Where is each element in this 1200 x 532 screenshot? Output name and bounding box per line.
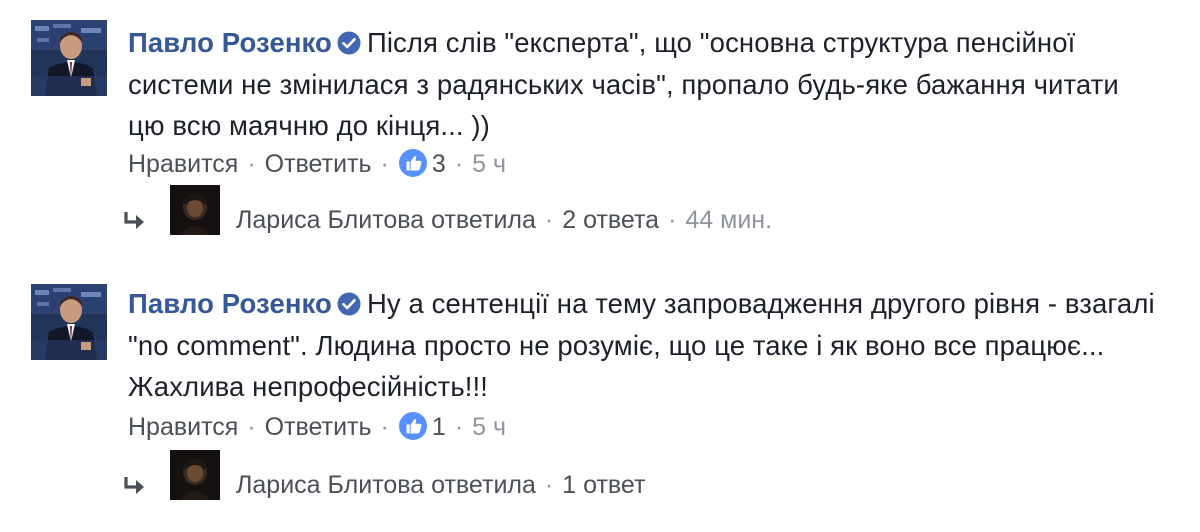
reply-button[interactable]: Ответить [265, 150, 372, 178]
avatar[interactable] [31, 20, 107, 96]
like-button[interactable]: Нравится [128, 150, 238, 178]
reply-author-action[interactable]: Лариса Блитова ответила [236, 206, 536, 234]
comment-body: Павло Розенко Після слів "експерта", що "… [128, 22, 1158, 147]
comment-time[interactable]: 5 ч [472, 150, 506, 178]
separator: · [454, 413, 464, 441]
verified-badge-icon [337, 25, 361, 55]
separator: · [544, 206, 554, 234]
avatar-photo [170, 450, 220, 500]
comment-body: Павло Розенко Ну а сентенції на тему запр… [128, 283, 1158, 408]
avatar-photo [170, 185, 220, 235]
reply-count[interactable]: 2 ответа [562, 206, 659, 234]
avatar-photo [31, 20, 107, 96]
reply-author-action[interactable]: Лариса Блитова ответила [236, 471, 536, 499]
reply-arrow-icon [122, 474, 150, 496]
verified-badge-icon [337, 286, 361, 316]
separator: · [380, 150, 389, 178]
like-thumb-icon[interactable] [398, 148, 428, 178]
reply-time: 44 мин. [685, 206, 773, 234]
reaction-count[interactable]: 3 [432, 150, 446, 178]
comment-time[interactable]: 5 ч [472, 413, 506, 441]
comment-author[interactable]: Павло Розенко [128, 27, 332, 58]
reaction-count[interactable]: 1 [432, 413, 446, 441]
comment-actions: Нравится · Ответить · 1 · 5 ч [128, 411, 506, 442]
avatar[interactable] [31, 284, 107, 360]
separator: · [454, 150, 464, 178]
like-thumb-icon[interactable] [398, 411, 428, 441]
separator: · [247, 413, 256, 441]
like-button[interactable]: Нравится [128, 413, 238, 441]
separator: · [668, 206, 677, 234]
avatar[interactable] [170, 185, 220, 235]
reply-arrow-icon [122, 209, 150, 231]
comment-author[interactable]: Павло Розенко [128, 288, 332, 319]
avatar-photo [31, 284, 107, 360]
reply-button[interactable]: Ответить [265, 413, 372, 441]
comment-actions: Нравится · Ответить · 3 · 5 ч [128, 148, 506, 179]
avatar[interactable] [170, 450, 220, 500]
separator: · [380, 413, 389, 441]
reply-count[interactable]: 1 ответ [562, 471, 645, 499]
separator: · [247, 150, 256, 178]
separator: · [544, 471, 554, 499]
